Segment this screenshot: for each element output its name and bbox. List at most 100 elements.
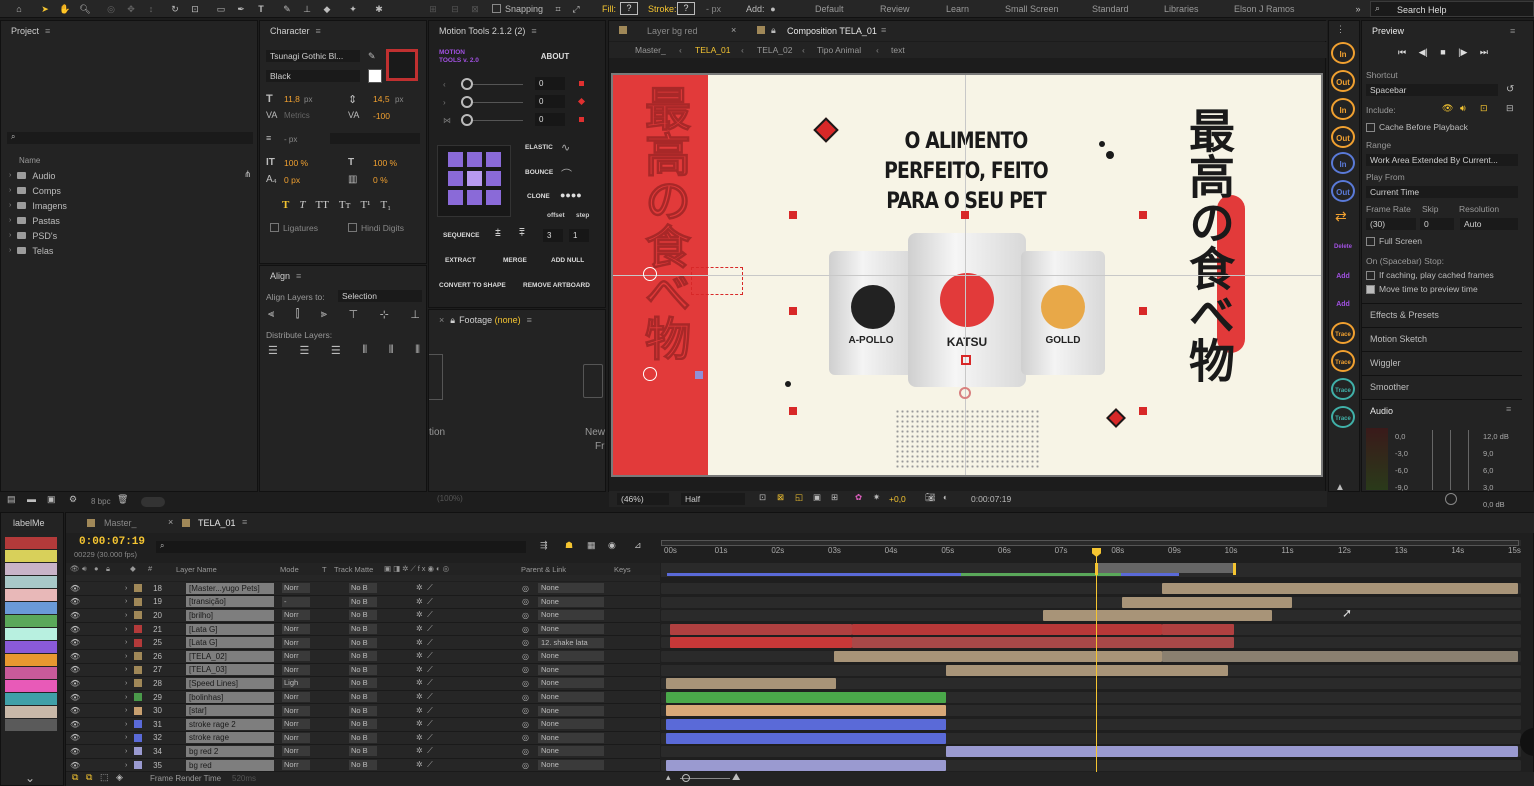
blend-mode-dropdown[interactable]: Norr (282, 624, 310, 635)
workspace-libraries[interactable]: Libraries (1164, 0, 1199, 18)
layer-duration-bar[interactable] (666, 705, 946, 717)
visibility-eye-icon[interactable]: 👁︎ (70, 625, 80, 634)
blend-mode-dropdown[interactable]: Norr (282, 651, 310, 662)
track-matte-dropdown[interactable]: No B (349, 678, 377, 689)
transparency-grid-icon[interactable]: ⊠ (777, 492, 784, 503)
pick-whip-icon[interactable]: ◎ (522, 652, 529, 661)
blend-mode-dropdown[interactable]: Norr (282, 746, 310, 757)
visibility-eye-icon[interactable]: 👁︎ (70, 706, 80, 715)
breadcrumb-tela-01[interactable]: TELA_01 (695, 45, 730, 55)
track-matte-dropdown[interactable]: No B (349, 746, 377, 757)
track-matte-dropdown[interactable]: No B (349, 610, 377, 621)
leading-value[interactable]: 14,5 (373, 94, 390, 104)
twirl-icon[interactable]: › (125, 639, 127, 646)
layer-row[interactable]: 👁︎ › 34 bg red 2 Norr No B ✲ ⟋ ◎ None (66, 745, 660, 759)
track-matte-dropdown[interactable]: No B (349, 583, 377, 594)
tab-master[interactable]: Master_ (104, 518, 137, 528)
cache-before-playback[interactable]: Cache Before Playback (1366, 122, 1468, 133)
layer-switches[interactable]: ✲ ⟋ (416, 746, 433, 756)
layer-name[interactable]: [star] (186, 705, 274, 717)
layer-tab[interactable]: Layer bg red (647, 26, 698, 36)
view-axis-icon[interactable]: ⊠ (468, 2, 482, 16)
layer-row[interactable]: 👁︎ › 30 [star] Norr No B ✲ ⟋ ◎ None (66, 704, 660, 718)
project-menu-icon[interactable]: ≡ (45, 26, 50, 36)
close-icon[interactable]: × (439, 315, 444, 325)
composition-mini-flowchart-icon[interactable]: ⇶ (540, 540, 548, 551)
blend-mode-dropdown[interactable]: Norr (282, 637, 310, 648)
resolution-dropdown[interactable]: Auto (1460, 218, 1518, 230)
label-color-swatch[interactable] (5, 589, 57, 601)
layer-switches[interactable]: ✲ ⟋ (416, 678, 433, 688)
breadcrumb-tela-02[interactable]: TELA_02 (757, 45, 792, 55)
track-matte-dropdown[interactable]: No B (349, 719, 377, 730)
delete-tool-button[interactable]: Delete (1331, 236, 1355, 258)
home-icon[interactable]: ⌂ (12, 2, 26, 16)
parent-dropdown[interactable]: None (538, 610, 604, 621)
visibility-eye-icon[interactable]: 👁︎ (70, 761, 80, 770)
include-overlays-icon[interactable]: ⊡ (1480, 103, 1488, 114)
layer-label-color[interactable] (134, 625, 142, 634)
font-style-dropdown[interactable]: Black (266, 70, 360, 82)
hindi-digits-checkbox[interactable] (348, 223, 357, 232)
layer-name[interactable]: [Speed Lines] (186, 677, 274, 689)
pen-tool-icon[interactable]: ✒ (234, 2, 248, 16)
out-tool-button-3[interactable]: Out (1331, 180, 1355, 202)
distribute-bottom-icon[interactable]: ☰ (331, 344, 341, 358)
layer-name[interactable]: stroke rage (186, 732, 274, 744)
expand-icon[interactable]: › (9, 172, 11, 179)
visibility-eye-icon[interactable]: 👁︎ (70, 693, 80, 702)
parent-dropdown[interactable]: None (538, 678, 604, 689)
expand-icon[interactable]: › (9, 247, 11, 254)
fill-color-swatch[interactable] (368, 69, 382, 83)
smoother-panel[interactable]: Smoother (1362, 375, 1522, 397)
sequence-down-icon[interactable]: ⩱ (519, 228, 525, 239)
pick-whip-icon[interactable]: ◎ (522, 720, 529, 729)
twirl-icon[interactable]: › (125, 734, 127, 741)
new-folder-icon[interactable]: ▬ (27, 494, 36, 504)
twirl-icon[interactable]: › (125, 748, 127, 755)
layer-duration-bar[interactable] (670, 623, 852, 635)
parent-dropdown[interactable]: None (538, 732, 604, 743)
project-item-audio[interactable]: › Audio (1, 168, 257, 183)
include-audio-icon[interactable]: 🔊︎ (1460, 103, 1466, 114)
cache-checkbox[interactable] (1366, 123, 1375, 133)
anchor-top-center[interactable] (467, 152, 482, 167)
align-menu-icon[interactable]: ≡ (296, 271, 301, 281)
workspace-review[interactable]: Review (880, 0, 910, 18)
null-anchor[interactable] (643, 267, 657, 281)
parent-dropdown[interactable]: None (538, 760, 604, 771)
visibility-eye-icon[interactable]: 👁︎ (70, 720, 80, 729)
ease-both-slider[interactable] (461, 114, 473, 126)
align-vcenter-icon[interactable]: ⊹ (380, 308, 389, 322)
interpret-footage-icon[interactable]: ▤ (7, 494, 16, 505)
ease-out-value[interactable]: 0 (535, 95, 565, 108)
layer-name[interactable]: stroke rage 2 (186, 718, 274, 730)
layer-label-color[interactable] (134, 693, 142, 702)
switches-header-icons[interactable]: ▣◨✲⟋fx◉◐◎ (384, 564, 451, 574)
anchor-top-left[interactable] (448, 152, 463, 167)
layer-duration-bar[interactable] (666, 759, 946, 771)
label-color-swatch[interactable] (5, 537, 57, 549)
layer-row[interactable]: 👁︎ › 27 [TELA_03] Norr No B ✲ ⟋ ◎ None (66, 663, 660, 678)
bounding-handle[interactable] (695, 371, 703, 379)
motion-sketch-panel[interactable]: Motion Sketch (1362, 327, 1522, 349)
layer-row[interactable]: 👁︎ › 32 stroke rage Norr No B ✲ ⟋ ◎ None (66, 731, 660, 746)
ease-out-slider[interactable] (461, 96, 473, 108)
project-item-imagens[interactable]: › Imagens (1, 198, 257, 213)
graph-editor-icon[interactable]: ⊿ (634, 540, 642, 551)
resolution-dropdown[interactable]: Half (681, 493, 745, 505)
faux-bold-button[interactable]: T (282, 199, 289, 213)
distribute-left-icon[interactable]: ⦀ (362, 344, 367, 358)
visibility-eye-icon[interactable]: 👁︎ (70, 597, 80, 606)
sequence-tool-icon[interactable]: ⇄ (1335, 208, 1347, 225)
label-color-swatch[interactable] (5, 706, 57, 718)
ease-out-reset[interactable] (577, 97, 586, 106)
skip-dropdown[interactable]: 0 (1420, 218, 1454, 230)
layer-label-color[interactable] (134, 597, 142, 606)
track-matte-header[interactable]: Track Matte (334, 565, 373, 574)
zoom-tool-icon[interactable]: 🔍︎ (78, 2, 92, 16)
mask-visibility-icon[interactable]: ◱ (795, 492, 803, 503)
layer-duration-bar[interactable] (666, 719, 946, 730)
mountain-icon[interactable]: ▲ (1335, 482, 1345, 493)
blend-mode-dropdown[interactable]: Norr (282, 583, 310, 594)
